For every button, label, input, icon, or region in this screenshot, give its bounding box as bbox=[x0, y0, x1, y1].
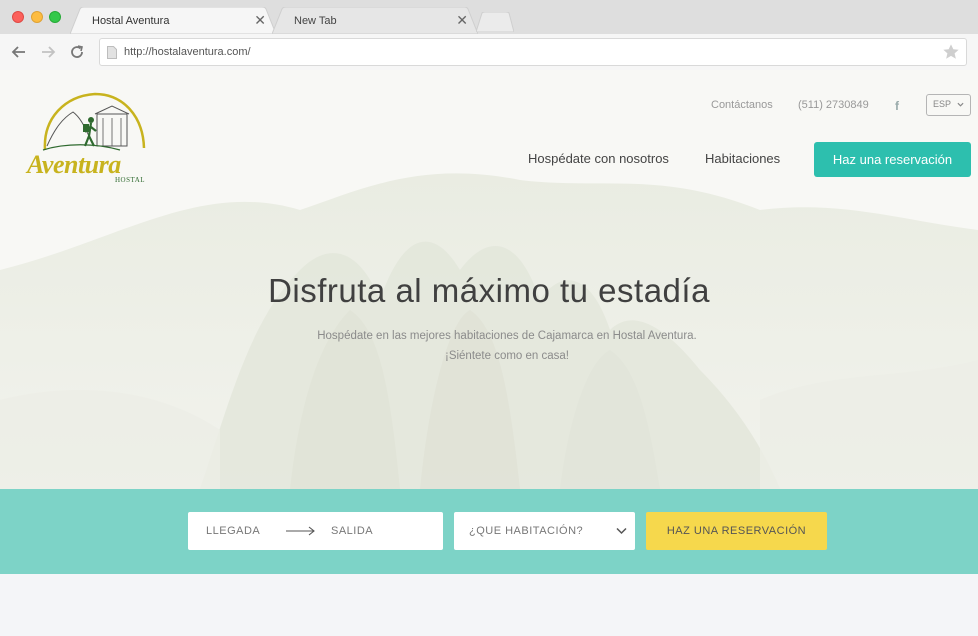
reload-button[interactable] bbox=[66, 41, 88, 63]
tab-label: New Tab bbox=[294, 15, 337, 27]
browser-toolbar bbox=[0, 34, 978, 70]
contact-link[interactable]: Contáctanos bbox=[711, 99, 773, 111]
hero-subtitle: Hospédate en las mejores habitaciones de… bbox=[0, 326, 978, 366]
room-type-label: ¿QUE HABITACIÓN? bbox=[469, 525, 584, 537]
tab-new-tab[interactable]: New Tab ✕ bbox=[272, 7, 478, 34]
tab-close-icon[interactable]: ✕ bbox=[456, 12, 468, 29]
date-range-field[interactable]: LLEGADA SALIDA bbox=[188, 512, 443, 550]
browser-chrome: Hostal Aventura ✕ New Tab ✕ bbox=[0, 0, 978, 70]
logo-tagline: HOSTAL bbox=[115, 176, 146, 184]
address-bar[interactable] bbox=[99, 38, 967, 66]
new-tab-shape bbox=[476, 12, 514, 32]
tab-label: Hostal Aventura bbox=[92, 15, 170, 27]
nav-stay-with-us[interactable]: Hospédate con nosotros bbox=[528, 151, 669, 166]
language-label: ESP bbox=[933, 99, 952, 109]
hero-section: Aventura HOSTAL Contáctanos (511) 273084… bbox=[0, 70, 978, 489]
hero-subtitle-line-1: Hospédate en las mejores habitaciones de… bbox=[317, 330, 697, 342]
logo-wordmark: Aventura bbox=[27, 150, 121, 179]
web-page: Aventura HOSTAL Contáctanos (511) 273084… bbox=[0, 70, 978, 636]
chevron-down-icon bbox=[957, 102, 964, 107]
departure-date-field[interactable]: SALIDA bbox=[331, 525, 373, 537]
tab-bar: Hostal Aventura ✕ New Tab ✕ bbox=[0, 0, 978, 34]
booking-bar: LLEGADA SALIDA ¿QUE HABITACIÓN? HAZ UNA … bbox=[0, 489, 978, 574]
hero-title: Disfruta al máximo tu estadía bbox=[268, 272, 710, 309]
back-arrow-icon bbox=[11, 46, 25, 58]
url-input[interactable] bbox=[124, 43, 924, 61]
chevron-down-icon bbox=[616, 527, 627, 535]
forward-arrow-icon bbox=[42, 46, 56, 58]
arrow-right-icon bbox=[286, 526, 315, 536]
room-type-select[interactable]: ¿QUE HABITACIÓN? bbox=[454, 512, 635, 550]
reload-icon bbox=[71, 45, 83, 58]
window-close-button[interactable] bbox=[12, 11, 24, 23]
page-icon bbox=[107, 46, 117, 59]
new-tab-button[interactable] bbox=[476, 7, 514, 34]
tab-close-icon[interactable]: ✕ bbox=[254, 12, 266, 29]
arrival-date-field[interactable]: LLEGADA bbox=[206, 525, 260, 537]
hostal-aventura-logo[interactable]: Aventura HOSTAL bbox=[25, 88, 150, 188]
window-maximize-button[interactable] bbox=[49, 11, 61, 23]
nav-rooms[interactable]: Habitaciones bbox=[705, 151, 780, 166]
phone-number[interactable]: (511) 2730849 bbox=[798, 99, 869, 111]
submit-reservation-button[interactable]: HAZ UNA RESERVACIÓN bbox=[646, 512, 827, 550]
language-selector[interactable]: ESP bbox=[926, 94, 971, 116]
facebook-icon[interactable]: f bbox=[891, 99, 903, 113]
tab-hostal-aventura[interactable]: Hostal Aventura ✕ bbox=[70, 7, 276, 34]
hero-subtitle-line-2: ¡Siéntete como en casa! bbox=[444, 350, 569, 362]
bookmark-star-icon[interactable] bbox=[942, 43, 960, 61]
make-reservation-button[interactable]: Haz una reservación bbox=[814, 142, 971, 177]
window-minimize-button[interactable] bbox=[31, 11, 43, 23]
forward-button[interactable] bbox=[37, 41, 59, 63]
back-button[interactable] bbox=[8, 41, 30, 63]
